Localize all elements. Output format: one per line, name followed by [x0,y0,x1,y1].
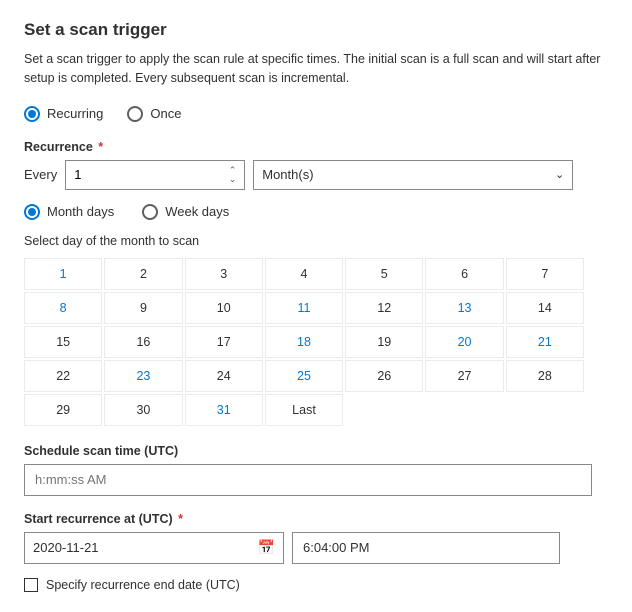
day-cell-7[interactable]: 7 [506,258,584,290]
day-cell-20[interactable]: 20 [425,326,503,358]
day-cell-15[interactable]: 15 [24,326,102,358]
day-type-group: Month days Week days [24,204,608,220]
recurring-radio[interactable]: Recurring [24,106,103,122]
day-cell-32[interactable]: Last [265,394,343,426]
day-cell-24[interactable]: 24 [185,360,263,392]
day-cell-5[interactable]: 5 [345,258,423,290]
recurrence-row: Every ⌃ ⌄ Month(s) ⌄ [24,160,608,190]
day-cell-10[interactable]: 10 [185,292,263,324]
day-cell-25[interactable]: 25 [265,360,343,392]
required-star: * [95,140,103,154]
day-cell-9[interactable]: 9 [104,292,182,324]
once-radio[interactable]: Once [127,106,181,122]
once-label: Once [150,106,181,121]
day-cell-23[interactable]: 23 [104,360,182,392]
day-cell-8[interactable]: 8 [24,292,102,324]
dropdown-arrow-icon: ⌄ [555,168,564,181]
end-date-label: Specify recurrence end date (UTC) [46,578,240,592]
day-cell-13[interactable]: 13 [425,292,503,324]
day-cell-1[interactable]: 1 [24,258,102,290]
trigger-type-group: Recurring Once [24,106,608,122]
week-days-label: Week days [165,204,229,219]
month-days-radio[interactable]: Month days [24,204,114,220]
day-cell-27[interactable]: 27 [425,360,503,392]
month-days-label: Month days [47,204,114,219]
day-cell-19[interactable]: 19 [345,326,423,358]
description-text: Set a scan trigger to apply the scan rul… [24,50,608,88]
day-cell-31[interactable]: 31 [185,394,263,426]
every-value-input[interactable] [74,167,228,182]
day-cell-26[interactable]: 26 [345,360,423,392]
recurring-radio-circle[interactable] [24,106,40,122]
spinner-arrows[interactable]: ⌃ ⌄ [229,166,237,184]
recurring-label: Recurring [47,106,103,121]
day-cell-17[interactable]: 17 [185,326,263,358]
month-days-radio-circle[interactable] [24,204,40,220]
day-cell-22[interactable]: 22 [24,360,102,392]
start-recurrence-section: Start recurrence at (UTC) * 📅 [24,512,608,564]
end-date-row: Specify recurrence end date (UTC) [24,578,608,592]
every-number-input: ⌃ ⌄ [65,160,245,190]
schedule-time-section: Schedule scan time (UTC) [24,444,608,496]
start-date-input[interactable] [33,540,258,555]
day-cell-28[interactable]: 28 [506,360,584,392]
period-dropdown[interactable]: Month(s) ⌄ [253,160,573,190]
every-label: Every [24,167,57,182]
day-cell-4[interactable]: 4 [265,258,343,290]
day-cell-29[interactable]: 29 [24,394,102,426]
page-title: Set a scan trigger [24,20,608,40]
day-cell-11[interactable]: 11 [265,292,343,324]
end-date-checkbox[interactable] [24,578,38,592]
once-radio-circle[interactable] [127,106,143,122]
calendar-icon[interactable]: 📅 [258,539,275,556]
day-cell-30[interactable]: 30 [104,394,182,426]
day-cell-12[interactable]: 12 [345,292,423,324]
schedule-time-input[interactable] [24,464,592,496]
day-cell-16[interactable]: 16 [104,326,182,358]
period-selected-value: Month(s) [262,167,313,182]
week-days-radio-circle[interactable] [142,204,158,220]
select-day-label: Select day of the month to scan [24,234,608,248]
day-cell-3[interactable]: 3 [185,258,263,290]
day-cell-14[interactable]: 14 [506,292,584,324]
day-cell-6[interactable]: 6 [425,258,503,290]
week-days-radio[interactable]: Week days [142,204,229,220]
calendar-grid: 1234567891011121314151617181920212223242… [24,258,584,426]
recurrence-section-label: Recurrence * [24,140,608,154]
start-time-input[interactable] [292,532,560,564]
day-cell-18[interactable]: 18 [265,326,343,358]
start-recurrence-label: Start recurrence at (UTC) * [24,512,608,526]
day-cell-2[interactable]: 2 [104,258,182,290]
start-date-input-wrap: 📅 [24,532,284,564]
schedule-time-label: Schedule scan time (UTC) [24,444,608,458]
day-cell-21[interactable]: 21 [506,326,584,358]
